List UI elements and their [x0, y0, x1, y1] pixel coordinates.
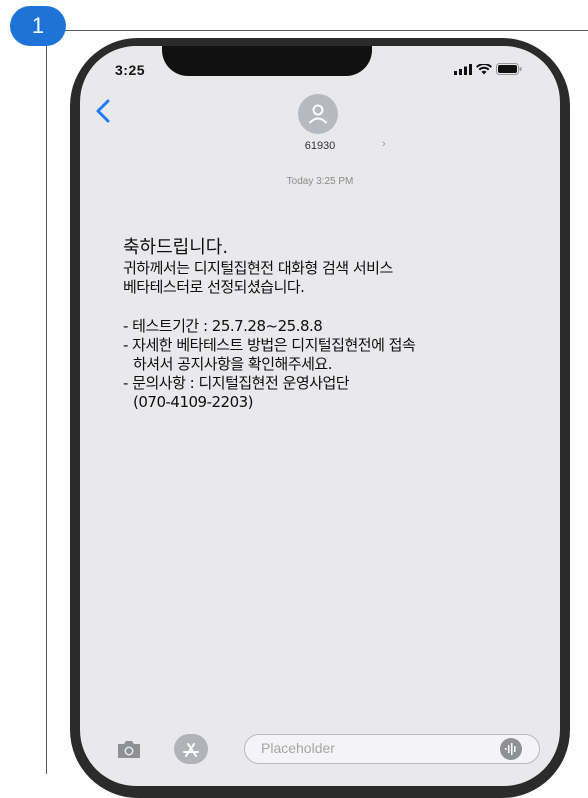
sender-id[interactable]: 61930 [290, 140, 350, 152]
message-line: - 문의사항 : 디지털집현전 운영사업단 [123, 374, 350, 392]
message-bubble: 축하드립니다. 귀하께서는 디지털집현전 대화형 검색 서비스 베타테스터로 선… [123, 236, 543, 412]
status-icons [454, 63, 522, 75]
signal-icon [454, 63, 472, 75]
message-line: - 자세한 베타테스트 방법은 디지털집현전에 접속 [123, 336, 416, 354]
status-time: 3:25 [115, 62, 146, 78]
phone-notch [162, 46, 372, 76]
phone-screen: 3:25 61930 › Today 3:25 PM 축하드립니다. 귀하께서는… [80, 46, 560, 786]
audio-message-button[interactable] [500, 738, 522, 760]
message-input[interactable]: Placeholder [244, 734, 540, 764]
contact-avatar[interactable] [298, 94, 338, 134]
step-badge: 1 [10, 6, 66, 46]
message-line: 하셔서 공지사항을 확인해주세요. [133, 355, 333, 373]
message-line: (070-4109-2203) [133, 393, 254, 411]
wifi-icon [476, 63, 492, 74]
chevron-right-icon[interactable]: › [382, 138, 386, 150]
message-line: 귀하께서는 디지털집현전 대화형 검색 서비스 [123, 259, 393, 277]
compose-bar: Placeholder [80, 734, 560, 786]
app-store-button[interactable] [174, 734, 208, 764]
message-line: 베타테스터로 선정되셨습니다. [123, 278, 305, 296]
audio-message-icon [505, 743, 516, 755]
message-timestamp: Today 3:25 PM [286, 176, 354, 187]
contact-avatar-icon [308, 104, 328, 124]
app-store-icon [183, 743, 199, 757]
message-line: - 테스트기간 : 25.7.28~25.8.8 [123, 317, 323, 335]
camera-icon[interactable] [116, 738, 142, 760]
battery-icon [496, 63, 522, 75]
message-title: 축하드립니다. [123, 237, 229, 258]
back-icon[interactable] [92, 98, 116, 124]
